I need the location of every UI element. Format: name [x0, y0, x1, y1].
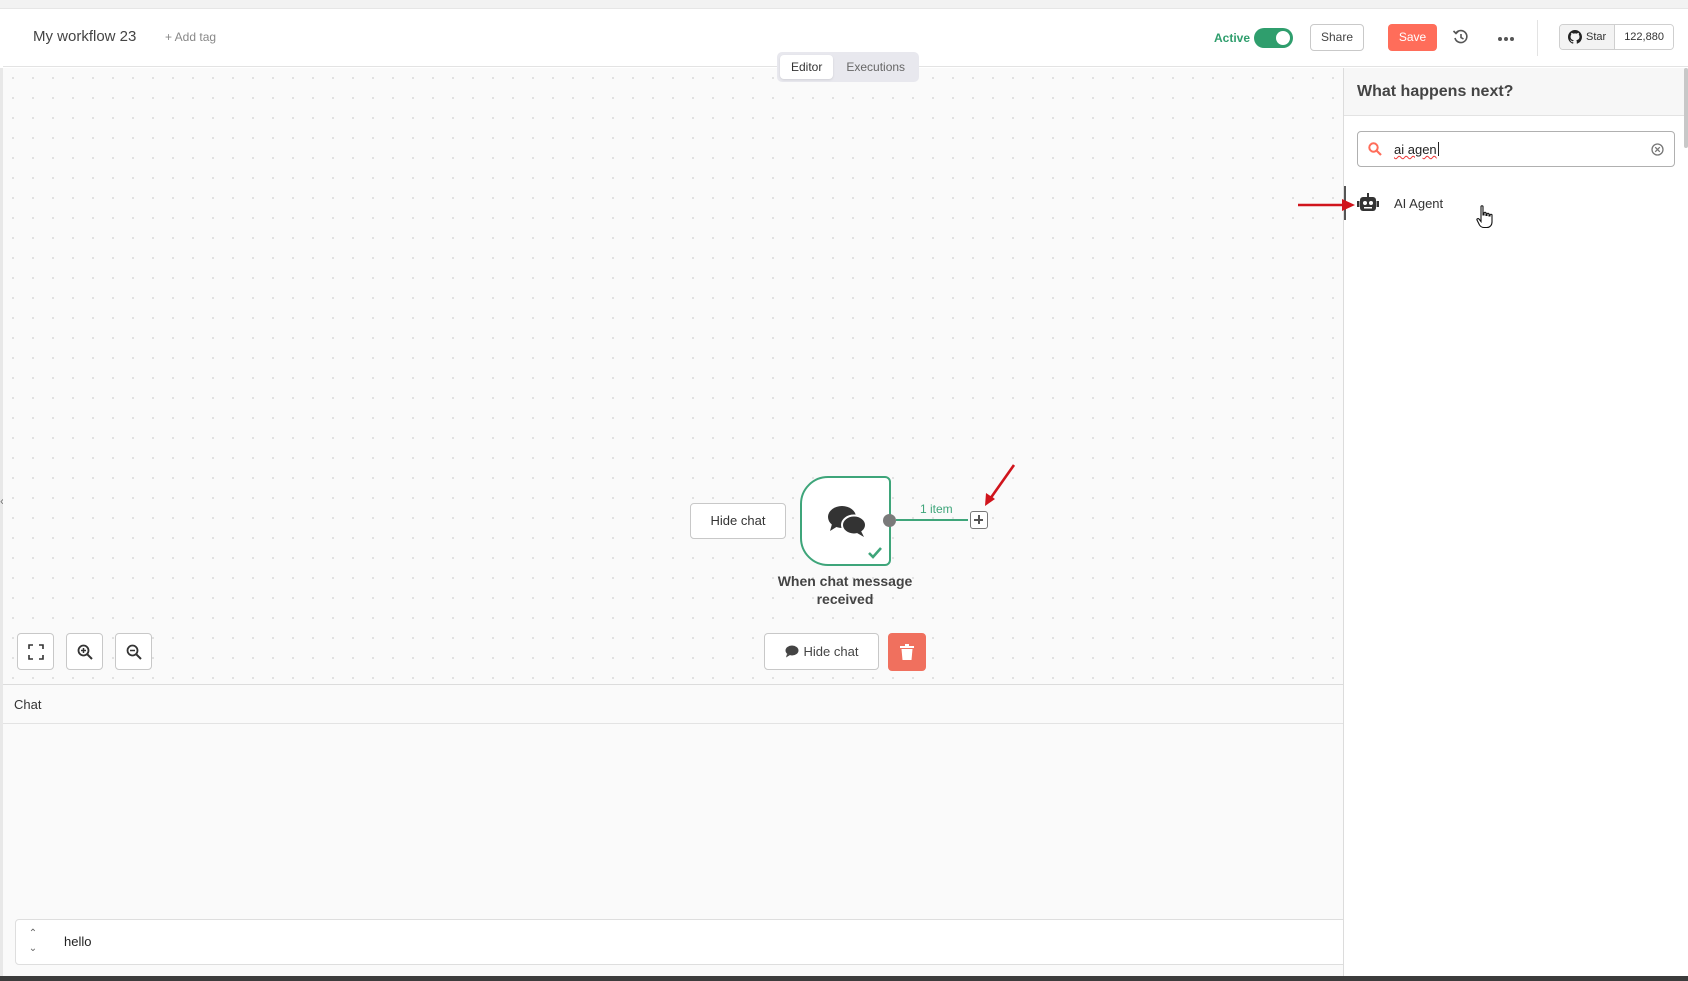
panel-scrollbar[interactable]	[1684, 68, 1688, 148]
node-creator-title: What happens next?	[1357, 83, 1514, 100]
node-title: When chat message received	[777, 573, 913, 607]
connection-item-count: 1 item	[920, 502, 953, 516]
search-result-label: AI Agent	[1394, 196, 1444, 211]
github-star-label: Star	[1586, 31, 1607, 43]
toggle-knob	[1276, 31, 1290, 45]
more-options-icon[interactable]	[1496, 36, 1516, 42]
clear-search-icon[interactable]	[1651, 143, 1664, 156]
node-creator-header: What happens next?	[1344, 68, 1688, 116]
window-bottom-strip	[0, 976, 1688, 981]
success-check-icon	[868, 547, 882, 559]
search-result-ai-agent[interactable]: AI Agent	[1344, 186, 1688, 220]
hide-chat-button[interactable]: Hide chat	[764, 633, 879, 670]
workflow-canvas[interactable]	[3, 68, 1343, 684]
annotation-arrow-icon	[1298, 199, 1355, 211]
comment-icon	[785, 645, 799, 658]
history-nav-arrows-icon[interactable]: ⌃ ⌄	[26, 926, 40, 960]
text-caret	[1437, 142, 1439, 156]
tab-executions[interactable]: Executions	[835, 55, 916, 79]
github-star-count[interactable]: 122,880	[1615, 25, 1673, 49]
node-creator-panel: What happens next? ai agen AI Agent	[1343, 68, 1688, 976]
zoom-to-fit-button[interactable]	[17, 633, 54, 670]
output-handle[interactable]	[883, 514, 896, 527]
zoom-in-button[interactable]	[66, 633, 103, 670]
node-hide-chat-button[interactable]: Hide chat	[690, 503, 786, 539]
chat-bubbles-icon	[828, 506, 867, 537]
chat-header: Chat	[3, 685, 1343, 724]
search-icon	[1368, 142, 1382, 156]
tab-editor[interactable]: Editor	[780, 55, 834, 79]
trash-icon	[900, 644, 914, 660]
workflow-name[interactable]: My workflow 23	[33, 28, 136, 45]
connection-line	[896, 519, 968, 521]
add-tag-link[interactable]: + Add tag	[165, 30, 216, 44]
github-icon	[1568, 30, 1582, 44]
search-value[interactable]: ai agen	[1394, 142, 1439, 157]
zoom-in-icon	[77, 644, 93, 660]
node-search-input[interactable]: ai agen	[1357, 131, 1675, 167]
history-icon[interactable]	[1452, 28, 1470, 46]
chat-input[interactable]: ⌃ ⌄ hello	[15, 919, 1345, 965]
zoom-out-icon	[126, 644, 142, 660]
github-star-button[interactable]: Star	[1560, 25, 1616, 49]
search-value-text: ai agen	[1394, 142, 1437, 157]
editor-tabs: Editor Executions	[777, 52, 920, 82]
fit-view-icon	[28, 644, 44, 660]
chat-input-value[interactable]: hello	[64, 934, 91, 949]
hand-pointer-icon	[1476, 205, 1493, 229]
chat-title: Chat	[14, 697, 42, 712]
delete-button[interactable]	[888, 633, 926, 671]
annotation-arrow-icon	[985, 464, 1016, 506]
github-star-widget[interactable]: Star 122,880	[1559, 24, 1674, 50]
robot-icon	[1357, 193, 1379, 211]
zoom-out-button[interactable]	[115, 633, 152, 670]
chat-panel: Chat ⌃ ⌄ hello	[3, 684, 1345, 976]
save-button[interactable]: Save	[1388, 24, 1437, 51]
chat-trigger-node[interactable]	[800, 476, 891, 566]
active-toggle[interactable]	[1254, 28, 1293, 48]
header-divider	[1537, 20, 1538, 56]
active-label: Active	[1214, 31, 1251, 45]
window-top-strip	[0, 0, 1688, 9]
share-button[interactable]: Share	[1310, 24, 1364, 51]
add-node-plus-button[interactable]	[970, 511, 988, 529]
hide-chat-label: Hide chat	[803, 644, 859, 659]
